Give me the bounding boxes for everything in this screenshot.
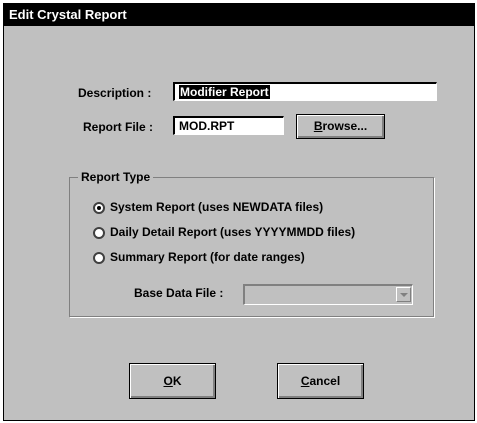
daily-detail-report-label: Daily Detail Report (uses YYYYMMDD files…	[110, 225, 356, 239]
cancel-button-label: ancel	[309, 374, 341, 388]
report-type-group: Report Type System Report (uses NEWDATA …	[69, 169, 434, 317]
ok-button-mnemonic: O	[163, 374, 173, 388]
edit-crystal-report-dialog: Edit Crystal Report Description : Modifi…	[3, 3, 475, 421]
description-value: Modifier Report	[179, 85, 270, 99]
system-report-radio[interactable]	[93, 202, 105, 214]
daily-detail-report-radio[interactable]	[93, 227, 105, 239]
report-file-label: Report File :	[83, 120, 154, 134]
report-type-title: Report Type	[78, 169, 154, 185]
description-input[interactable]: Modifier Report	[173, 82, 437, 101]
dialog-title: Edit Crystal Report	[9, 7, 127, 22]
ok-button[interactable]: OK	[129, 363, 216, 399]
dialog-title-bar: Edit Crystal Report	[4, 4, 474, 26]
description-label: Description :	[78, 86, 152, 100]
browse-button[interactable]: Browse...	[296, 114, 385, 139]
summary-report-label: Summary Report (for date ranges)	[110, 250, 305, 264]
summary-report-radio[interactable]	[93, 252, 105, 264]
base-data-file-combo[interactable]	[243, 284, 413, 305]
chevron-down-icon[interactable]	[396, 287, 411, 302]
browse-button-label: rowse...	[322, 119, 368, 133]
report-file-input[interactable]: MOD.RPT	[173, 116, 284, 135]
system-report-label: System Report (uses NEWDATA files)	[110, 200, 324, 214]
base-data-file-label: Base Data File :	[134, 286, 224, 300]
report-file-value: MOD.RPT	[179, 119, 235, 133]
cancel-button[interactable]: Cancel	[277, 363, 364, 399]
ok-button-label: K	[172, 374, 182, 388]
